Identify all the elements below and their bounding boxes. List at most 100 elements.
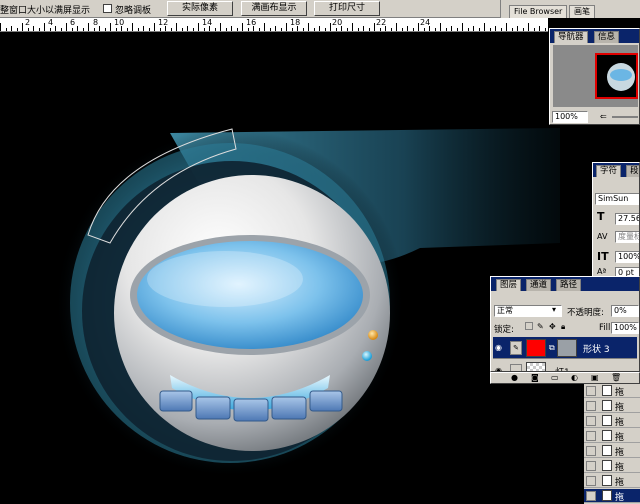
history-item[interactable]: 拖 xyxy=(584,414,640,428)
vertical-scale-field[interactable]: 100% xyxy=(615,251,639,263)
fit-screen-button[interactable]: 满画布显示 xyxy=(241,1,307,16)
history-item[interactable]: 拖 xyxy=(584,429,640,443)
fit-window-label: 整窗口大小以满屏显示 xyxy=(0,6,91,16)
ruler-tick xyxy=(374,23,375,31)
ruler-label: 16 xyxy=(246,18,257,27)
ruler-tick xyxy=(275,26,276,31)
print-size-button[interactable]: 打印尺寸 xyxy=(314,1,380,16)
folder-icon[interactable]: ▭ xyxy=(551,373,559,383)
font-family-field[interactable]: SimSun xyxy=(595,193,639,205)
tab-character[interactable]: 字符 xyxy=(596,165,622,177)
history-snapshot-icon[interactable] xyxy=(586,461,596,471)
history-snapshot-icon[interactable] xyxy=(586,446,596,456)
layer-row-shape3[interactable]: ◉ ✎ ⧉ 形状 3 xyxy=(493,337,637,359)
ruler-tick xyxy=(506,23,507,31)
eye-icon[interactable]: ◉ xyxy=(495,343,507,353)
tab-paths[interactable]: 路径 xyxy=(556,279,582,291)
ruler-tick xyxy=(77,26,78,31)
brush-icon: ✎ xyxy=(510,341,522,355)
ruler-tick xyxy=(247,28,249,31)
ruler-tick xyxy=(324,28,326,31)
history-snapshot-icon[interactable] xyxy=(586,431,596,441)
ruler-tick xyxy=(445,28,447,31)
tab-channels[interactable]: 通道 xyxy=(526,279,552,291)
navigator-thumbnail[interactable] xyxy=(595,53,638,99)
chevron-down-icon[interactable]: ▾ xyxy=(552,305,556,315)
history-snapshot-icon[interactable] xyxy=(586,386,596,396)
character-palette: 字符 段 SimSun T 27.56 AV 度量标 IT 100% Aª 0 … xyxy=(592,162,640,280)
brush-icon[interactable]: ✎ xyxy=(537,322,544,332)
chain-icon[interactable]: ⧉ xyxy=(549,343,555,353)
history-item[interactable]: 拖 xyxy=(584,474,640,488)
ruler-tick xyxy=(220,23,221,31)
actual-pixels-button[interactable]: 实际像素 xyxy=(167,1,233,16)
ruler-tick xyxy=(396,23,397,31)
ruler-tick xyxy=(187,26,188,31)
mask-icon[interactable]: ◙ xyxy=(531,373,539,383)
ruler-tick xyxy=(55,26,56,31)
navigator-zoom-field[interactable]: 100% xyxy=(552,111,588,123)
ruler-tick xyxy=(335,28,337,31)
trash-icon[interactable]: 🗑︎ xyxy=(611,373,621,383)
ruler-tick xyxy=(93,28,95,31)
horizontal-ruler: 2 4 6 8 10 12 14 16 18 20 22 24 xyxy=(0,18,548,32)
ruler-tick xyxy=(16,28,18,31)
ruler-tick xyxy=(495,26,496,31)
tab-info[interactable]: 信息 xyxy=(594,31,620,43)
history-snapshot-icon[interactable] xyxy=(586,416,596,426)
ruler-tick xyxy=(484,23,485,31)
history-snapshot-icon[interactable] xyxy=(586,491,596,501)
ruler-tick xyxy=(297,26,298,31)
ruler-tick xyxy=(121,26,122,31)
ruler-tick xyxy=(143,26,144,31)
font-size-field[interactable]: 27.56 xyxy=(615,213,639,225)
adjustment-icon[interactable]: ◐ xyxy=(571,373,578,383)
ruler-tick xyxy=(357,28,359,31)
ruler-tick xyxy=(176,23,177,31)
ruler-tick xyxy=(489,28,491,31)
history-step-icon xyxy=(602,430,612,441)
history-item-selected[interactable]: 拖 xyxy=(584,489,640,503)
orange-led xyxy=(368,330,378,340)
ruler-tick xyxy=(126,28,128,31)
ruler-tick xyxy=(49,28,51,31)
layer-row-light1[interactable]: ◉ 灯1 xyxy=(493,360,637,371)
history-item[interactable]: 拖 xyxy=(584,444,640,458)
ruler-tick xyxy=(137,28,139,31)
zoom-out-icon[interactable]: ⇐ xyxy=(600,112,607,122)
new-layer-icon[interactable]: ▣ xyxy=(591,373,599,383)
ignore-palettes-checkbox[interactable] xyxy=(103,4,112,13)
opacity-field[interactable]: 0% xyxy=(611,305,639,317)
ruler-tick xyxy=(38,28,40,31)
history-item[interactable]: 拖 xyxy=(584,399,640,413)
ruler-tick xyxy=(330,23,331,31)
history-item[interactable]: 拖 xyxy=(584,459,640,473)
history-snapshot-icon[interactable] xyxy=(586,476,596,486)
tracking-icon: AV xyxy=(597,232,608,241)
ruler-tick xyxy=(407,26,408,31)
tab-navigator[interactable]: 导航器 xyxy=(554,31,588,43)
layer-style-icon[interactable]: ● xyxy=(511,373,518,383)
lock-transparent-icon[interactable] xyxy=(525,322,533,330)
ruler-tick xyxy=(341,26,342,31)
tab-paragraph[interactable]: 段 xyxy=(626,165,639,177)
history-label: 拖 xyxy=(615,403,625,413)
tab-layers[interactable]: 图层 xyxy=(496,279,522,291)
tab-file-browser[interactable]: File Browser xyxy=(509,5,568,18)
history-label: 拖 xyxy=(615,433,625,443)
ruler-tick xyxy=(0,23,1,31)
ruler-tick xyxy=(104,28,106,31)
navigator-preview[interactable] xyxy=(553,45,638,107)
ruler-tick xyxy=(390,28,392,31)
history-item[interactable]: 拖 xyxy=(584,384,640,398)
fill-field[interactable]: 100% xyxy=(611,322,639,334)
ruler-tick xyxy=(88,23,89,31)
kerning-field[interactable]: 度量标 xyxy=(615,231,639,243)
lock-icon[interactable]: 🔒︎ xyxy=(561,322,565,332)
layer-name: 形状 3 xyxy=(583,345,610,355)
document-canvas[interactable] xyxy=(0,33,640,504)
history-snapshot-icon[interactable] xyxy=(586,401,596,411)
zoom-slider[interactable] xyxy=(612,116,638,118)
tab-brushes[interactable]: 画笔 xyxy=(569,5,595,18)
move-icon[interactable]: ✥ xyxy=(549,322,556,332)
